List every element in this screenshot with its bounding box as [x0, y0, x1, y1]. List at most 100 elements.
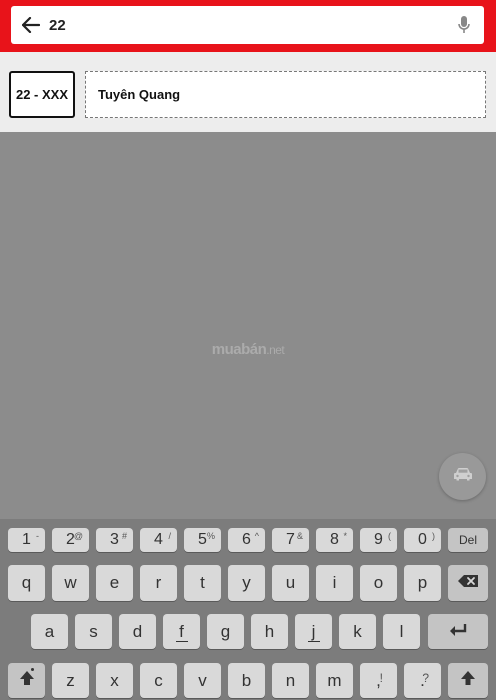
key-main-label: 6: [242, 531, 251, 548]
key-main-label: 3: [110, 531, 119, 548]
microphone-icon[interactable]: [444, 6, 484, 44]
key-sup-label: &: [296, 531, 303, 541]
key-6[interactable]: 6 ^: [228, 528, 265, 552]
key-label: k: [353, 621, 362, 641]
key-g[interactable]: g: [207, 614, 244, 649]
key-label: z: [66, 670, 75, 690]
key-l[interactable]: l: [383, 614, 420, 649]
key-label: q: [21, 573, 32, 592]
key-t[interactable]: t: [184, 565, 221, 601]
key-period[interactable]: .?: [404, 663, 441, 698]
key-main-label: 7: [286, 531, 295, 548]
key-k[interactable]: k: [339, 614, 376, 649]
watermark-logo: muabán.net: [0, 341, 496, 358]
key-o[interactable]: o: [360, 565, 397, 601]
key-label: y: [242, 573, 251, 592]
key-q[interactable]: q: [8, 565, 45, 601]
key-5[interactable]: 5%: [184, 528, 221, 552]
key-h[interactable]: h: [251, 614, 288, 649]
key-label: t: [200, 573, 205, 592]
key-main-label: 0: [418, 531, 427, 548]
key-label: w: [64, 573, 77, 592]
key-y[interactable]: y: [228, 565, 265, 601]
key-z[interactable]: z: [52, 663, 89, 698]
key-j[interactable]: j: [295, 614, 332, 649]
key-r[interactable]: r: [140, 565, 177, 601]
key-sup-label: (: [388, 531, 391, 541]
key-label: p: [417, 573, 428, 592]
key-8[interactable]: 8 *: [316, 528, 353, 552]
key-3[interactable]: 3 #: [96, 528, 133, 552]
key-main-label: 5: [198, 531, 207, 548]
shift-key[interactable]: [8, 663, 45, 698]
enter-key[interactable]: [428, 614, 488, 649]
key-n[interactable]: n: [272, 663, 309, 698]
backspace-icon: [457, 573, 479, 593]
key-4[interactable]: 4/: [140, 528, 177, 552]
home-key-marker: [307, 641, 320, 642]
key-label: m: [327, 670, 342, 690]
key-label: i: [332, 573, 337, 592]
key-i[interactable]: i: [316, 565, 353, 601]
key-label: e: [109, 573, 120, 592]
key-9[interactable]: 9(: [360, 528, 397, 552]
key-a[interactable]: a: [31, 614, 68, 649]
key-m[interactable]: m: [316, 663, 353, 698]
key-label: u: [285, 573, 296, 592]
shift-indicator-dot: [31, 668, 34, 671]
car-icon: [453, 467, 473, 486]
key-label: h: [264, 621, 275, 641]
backspace-key[interactable]: [448, 565, 488, 601]
arrow-left-icon[interactable]: [13, 6, 49, 44]
key-comma[interactable]: ,!: [360, 663, 397, 698]
key-b[interactable]: b: [228, 663, 265, 698]
watermark-brand: muabán: [211, 341, 267, 358]
key-label: b: [241, 670, 252, 690]
key-sup-label: /: [168, 531, 171, 541]
key-s[interactable]: s: [75, 614, 112, 649]
delete-key[interactable]: Del: [448, 528, 488, 552]
search-box[interactable]: 22: [11, 6, 484, 44]
key-x[interactable]: x: [96, 663, 133, 698]
key-label: g: [220, 621, 231, 641]
delete-key-label: Del: [458, 533, 477, 547]
go-key[interactable]: [448, 663, 488, 698]
key-label: f: [179, 621, 184, 641]
key-sup-label: -: [36, 531, 39, 541]
car-fab-button[interactable]: [439, 453, 486, 500]
enter-icon: [448, 622, 468, 642]
key-label: r: [155, 573, 162, 592]
home-key-marker: [175, 641, 188, 642]
key-e[interactable]: e: [96, 565, 133, 601]
search-input[interactable]: 22: [49, 17, 444, 34]
key-c[interactable]: c: [140, 663, 177, 698]
key-u[interactable]: u: [272, 565, 309, 601]
key-main-label: 9: [374, 531, 383, 548]
key-sup-label: ): [432, 531, 435, 541]
key-sup-label: %: [206, 531, 215, 541]
key-v[interactable]: v: [184, 663, 221, 698]
shift-icon: [19, 670, 35, 691]
key-sup-label: ^: [254, 531, 259, 541]
key-main-label: 8: [330, 531, 339, 548]
province-name-field[interactable]: Tuyên Quang: [85, 71, 486, 118]
plate-code-badge[interactable]: 22 - XXX: [9, 71, 75, 118]
key-f[interactable]: f: [163, 614, 200, 649]
key-label: s: [89, 621, 98, 641]
key-0[interactable]: 0): [404, 528, 441, 552]
key-label: c: [154, 670, 163, 690]
key-sup-label: #: [121, 531, 127, 541]
key-w[interactable]: w: [52, 565, 89, 601]
key-p[interactable]: p: [404, 565, 441, 601]
key-1[interactable]: 1-: [8, 528, 45, 552]
watermark-tld: .net: [266, 343, 285, 357]
key-2[interactable]: 2 @: [52, 528, 89, 552]
result-row: 22 - XXX Tuyên Quang: [0, 52, 496, 132]
key-d[interactable]: d: [119, 614, 156, 649]
key-sup-label: ?: [422, 671, 429, 685]
key-7[interactable]: 7 &: [272, 528, 309, 552]
on-screen-keyboard: 1- 2 @ 3 # 4/ 5% 6 ^ 7 & 8 * 9( 0) Del q w e …: [0, 519, 496, 700]
key-label: v: [198, 670, 207, 690]
key-label: d: [132, 621, 143, 641]
key-label: x: [110, 670, 119, 690]
